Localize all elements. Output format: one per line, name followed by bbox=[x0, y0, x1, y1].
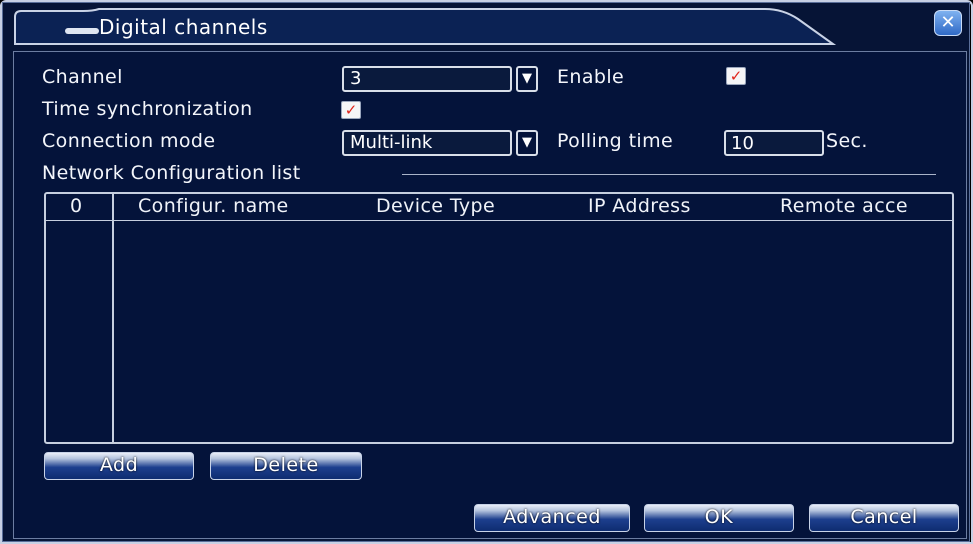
close-icon: ✕ bbox=[940, 12, 956, 33]
close-button[interactable]: ✕ bbox=[934, 10, 962, 36]
advanced-button[interactable]: Advanced bbox=[474, 504, 630, 532]
column-header-device-type[interactable]: Device Type bbox=[376, 195, 495, 217]
dialog-content: Channel 3 ▼ Enable ✓ Time synchronizatio… bbox=[13, 51, 967, 539]
network-config-table[interactable]: 0 Configur. name Device Type IP Address … bbox=[44, 192, 954, 444]
column-header-index[interactable]: 0 bbox=[70, 195, 83, 217]
polling-time-label: Polling time bbox=[557, 130, 674, 152]
enable-checkbox[interactable]: ✓ bbox=[726, 67, 746, 85]
column-header-ip-address[interactable]: IP Address bbox=[588, 195, 691, 217]
time-sync-label: Time synchronization bbox=[42, 98, 253, 120]
table-column-divider bbox=[112, 194, 114, 442]
polling-time-input[interactable] bbox=[724, 130, 824, 156]
title-bar[interactable]: Digital channels bbox=[13, 7, 843, 45]
advanced-button-label: Advanced bbox=[503, 506, 601, 528]
delete-button[interactable]: Delete bbox=[210, 452, 362, 480]
digital-channels-dialog: Digital channels ✕ Channel 3 ▼ Enable ✓ … bbox=[2, 2, 970, 542]
network-config-group-label: Network Configuration list bbox=[42, 162, 301, 184]
enable-label: Enable bbox=[557, 66, 625, 88]
ok-button-label: OK bbox=[704, 506, 734, 528]
connection-mode-label: Connection mode bbox=[42, 130, 216, 152]
cancel-button-label: Cancel bbox=[850, 506, 918, 528]
channel-value: 3 bbox=[350, 68, 362, 89]
connection-mode-value: Multi-link bbox=[350, 132, 433, 153]
add-button-label: Add bbox=[99, 454, 139, 476]
chevron-down-icon[interactable]: ▼ bbox=[516, 66, 538, 92]
chevron-down-icon[interactable]: ▼ bbox=[516, 130, 538, 156]
column-header-remote-access[interactable]: Remote acce bbox=[780, 195, 908, 217]
column-header-config-name[interactable]: Configur. name bbox=[138, 195, 289, 217]
dialog-title: Digital channels bbox=[99, 15, 268, 39]
cancel-button[interactable]: Cancel bbox=[809, 504, 959, 532]
ok-button[interactable]: OK bbox=[644, 504, 794, 532]
channel-label: Channel bbox=[42, 66, 123, 88]
polling-unit-label: Sec. bbox=[826, 130, 868, 152]
time-sync-checkbox[interactable]: ✓ bbox=[341, 101, 361, 119]
delete-button-label: Delete bbox=[253, 454, 319, 476]
group-divider bbox=[402, 174, 936, 175]
connection-mode-select[interactable]: Multi-link ▼ bbox=[342, 130, 538, 156]
channel-select[interactable]: 3 ▼ bbox=[342, 66, 538, 92]
add-button[interactable]: Add bbox=[44, 452, 194, 480]
table-header: 0 Configur. name Device Type IP Address … bbox=[46, 194, 952, 221]
title-decoration bbox=[65, 28, 99, 34]
